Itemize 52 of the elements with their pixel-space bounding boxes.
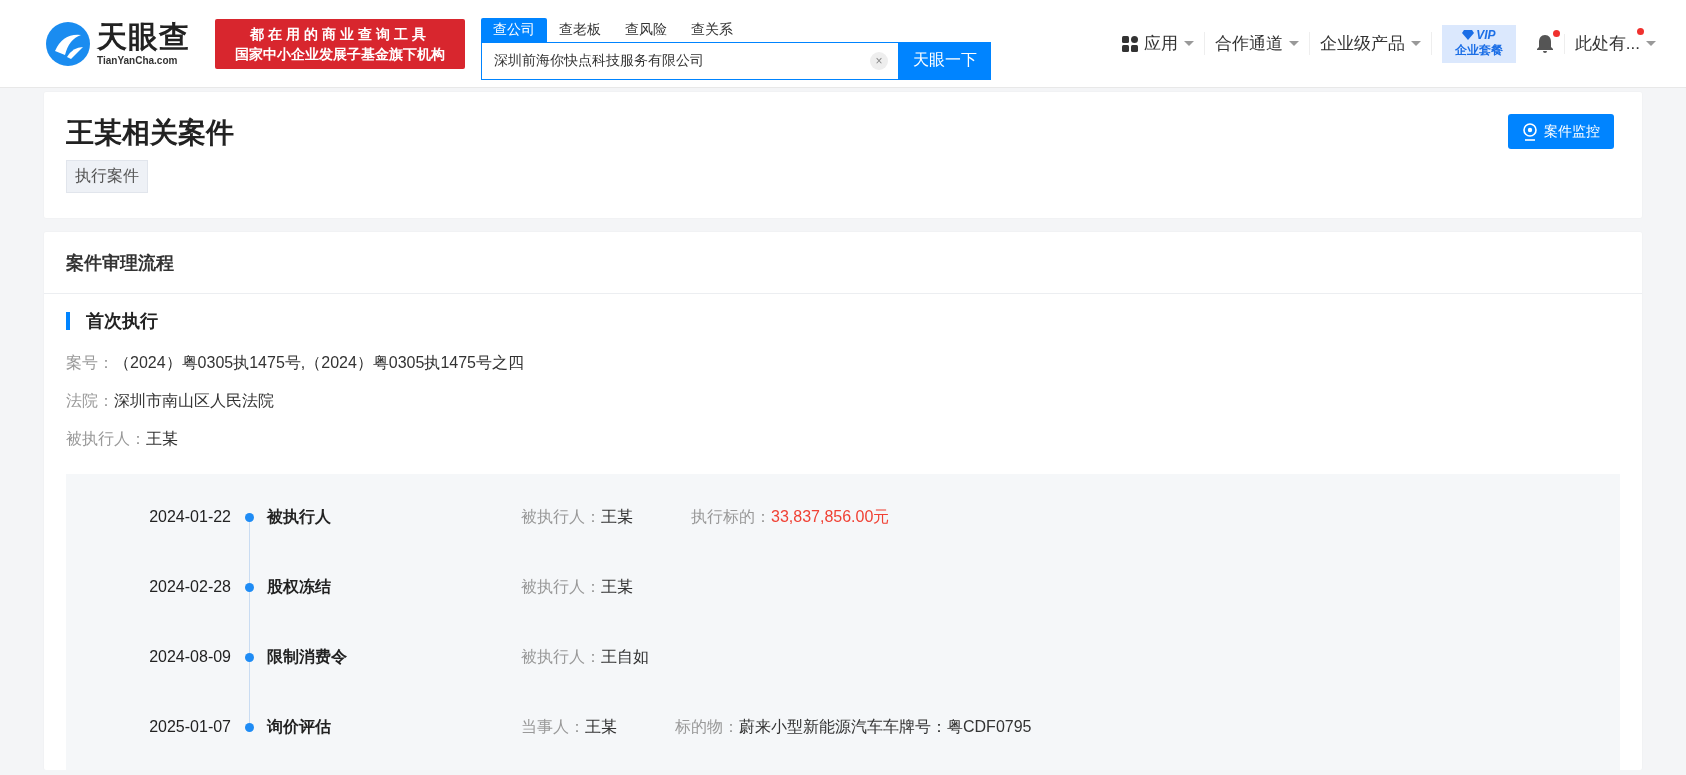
event-title: 询价评估 [267, 716, 332, 737]
event-field: 执行标的：33,837,856.00元 [691, 506, 890, 528]
vip-button[interactable]: VIP 企业套餐 [1441, 24, 1516, 63]
event-title: 股权冻结 [267, 576, 332, 597]
event-title: 限制消费令 [267, 646, 348, 667]
case-title: 王某相关案件 [66, 116, 234, 150]
event-date: 2024-01-22 [148, 508, 231, 526]
slogan-text: 国家中小企业发展子基金旗下机构 [235, 44, 445, 64]
event-title: 被执行人 [267, 506, 332, 527]
vip-sublabel: 企业套餐 [1454, 42, 1503, 59]
nav-menu[interactable]: 企业级产品 [1309, 32, 1432, 55]
event-field: 被执行人：王自如 [521, 646, 649, 668]
monitor-button[interactable]: 案件监控 [1508, 114, 1614, 149]
event-field: 当事人：王某 [521, 716, 617, 738]
logo-domain: TianYanCha.com [97, 54, 179, 66]
search-button[interactable]: 天眼一下 [899, 41, 991, 80]
event-date: 2024-02-28 [148, 578, 231, 596]
nav-menu[interactable]: 合作通道 [1204, 32, 1310, 55]
logo-name: 天眼查 [97, 21, 190, 52]
search-field[interactable]: 深圳前海你快点科技服务有限公司 × [481, 41, 899, 80]
info-line: 被执行人：王某 [66, 428, 178, 449]
caret-icon [1183, 41, 1194, 46]
vip-label: VIP [1476, 28, 1496, 42]
event-field: 标的物：蔚来小型新能源汽车车牌号：粤CDF0795 [675, 716, 1032, 738]
timeline-dot [244, 652, 254, 662]
caret-icon [1646, 41, 1656, 46]
caret-icon [1288, 41, 1299, 46]
section-title: 案件审理流程 [44, 232, 1642, 294]
timeline-dot [244, 582, 254, 592]
search-tab[interactable]: 查风险 [613, 17, 679, 42]
event-field: 被执行人：王某 [521, 576, 633, 598]
search-tab[interactable]: 查关系 [679, 17, 745, 42]
timeline-dot [244, 512, 254, 522]
info-line: 案号：（2024）粤0305执1475号,（2024）粤0305执1475号之四 [66, 352, 524, 373]
search-tab[interactable]: 查公司 [481, 17, 547, 42]
grid-icon [1121, 35, 1138, 52]
search-tab[interactable]: 查老板 [547, 17, 613, 42]
event-field: 被执行人：王某 [521, 506, 633, 528]
bell-icon [1535, 33, 1554, 54]
logo-icon [45, 20, 91, 67]
event-date: 2025-01-07 [148, 718, 231, 736]
case-tag: 执行案件 [66, 160, 148, 193]
info-line: 法院：深圳市南山区人民法院 [66, 390, 274, 411]
event-date: 2024-08-09 [148, 648, 231, 666]
diamond-icon [1462, 30, 1475, 40]
slogan-text: 都在用的商业查询工具 [250, 24, 430, 44]
camera-icon [1522, 122, 1538, 141]
caret-icon [1410, 41, 1421, 46]
apps-menu[interactable]: 应用 [1111, 32, 1205, 55]
timeline-dot [244, 722, 254, 732]
user-menu[interactable]: 此处有... [1564, 32, 1666, 55]
stage-title: 首次执行 [66, 312, 1620, 330]
